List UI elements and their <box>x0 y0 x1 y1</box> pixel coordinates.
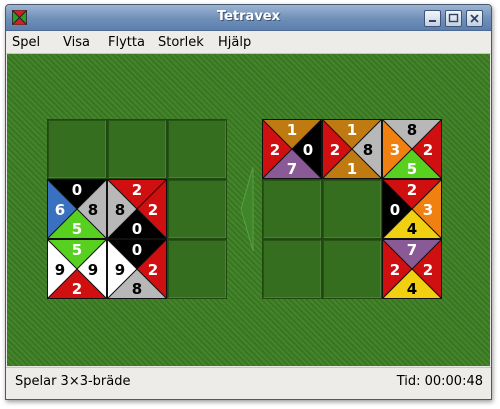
tile-number-n: 0 <box>72 181 82 199</box>
tile-number-w: 8 <box>115 201 125 219</box>
tile-number-w: 9 <box>115 261 125 279</box>
close-icon <box>470 14 479 23</box>
title-bar[interactable]: Tetravex <box>6 5 491 31</box>
tile-number-n: 2 <box>407 181 417 199</box>
tile-number-s: 5 <box>407 160 417 178</box>
tile-number-n: 1 <box>287 121 297 139</box>
menu-spel[interactable]: Spel <box>12 35 40 50</box>
game-area: 0856220859290289 10721812825323407242 <box>7 54 490 366</box>
tile-number-n: 1 <box>347 121 357 139</box>
maximize-button[interactable] <box>445 10 462 27</box>
minimize-button[interactable] <box>424 10 441 27</box>
tile-number-e: 9 <box>88 261 98 279</box>
tetravex-window: Tetravex Spel Visa Flytta Storlek Hjälp … <box>5 4 492 400</box>
maximize-icon <box>448 13 459 23</box>
empty-slot[interactable] <box>262 239 322 299</box>
menu-flytta[interactable]: Flytta <box>108 35 145 50</box>
puzzle-tile[interactable]: 2208 <box>107 179 167 239</box>
tile-number-w: 2 <box>270 141 280 159</box>
tile-number-e: 2 <box>423 141 433 159</box>
tile-number-e: 3 <box>423 201 433 219</box>
tile-number-w: 9 <box>55 261 65 279</box>
tile-number-w: 6 <box>55 201 65 219</box>
puzzle-tile[interactable]: 0856 <box>47 179 107 239</box>
tile-number-e: 2 <box>148 261 158 279</box>
puzzle-tile[interactable]: 2340 <box>382 179 442 239</box>
tile-number-s: 5 <box>72 220 82 238</box>
tile-number-s: 2 <box>72 280 82 298</box>
window-title: Tetravex <box>216 9 281 24</box>
tile-number-n: 5 <box>72 241 82 259</box>
puzzle-tile[interactable]: 1072 <box>262 119 322 179</box>
tile-number-w: 2 <box>390 261 400 279</box>
tile-number-e: 8 <box>88 201 98 219</box>
tile-number-n: 0 <box>132 241 142 259</box>
minimize-icon <box>429 20 436 22</box>
move-arrow-icon <box>240 167 254 251</box>
empty-slot[interactable] <box>167 179 227 239</box>
tile-number-s: 4 <box>407 220 417 238</box>
status-bar: Spelar 3×3-bräde Tid: 00:00:48 <box>6 367 491 399</box>
tile-number-n: 7 <box>407 241 417 259</box>
empty-slot[interactable] <box>322 239 382 299</box>
close-button[interactable] <box>466 10 483 27</box>
menu-hjalp[interactable]: Hjälp <box>218 35 251 50</box>
puzzle-tile[interactable]: 0289 <box>107 239 167 299</box>
tile-number-n: 8 <box>407 121 417 139</box>
game-timer: Tid: 00:00:48 <box>396 374 483 389</box>
empty-slot[interactable] <box>107 119 167 179</box>
tile-number-s: 4 <box>407 280 417 298</box>
tile-number-e: 2 <box>148 201 158 219</box>
tile-number-s: 8 <box>132 280 142 298</box>
puzzle-tile[interactable]: 7242 <box>382 239 442 299</box>
pieces-board[interactable]: 10721812825323407242 <box>262 119 442 299</box>
puzzle-tile[interactable]: 8253 <box>382 119 442 179</box>
empty-slot[interactable] <box>47 119 107 179</box>
empty-slot[interactable] <box>322 179 382 239</box>
puzzle-tile[interactable]: 1812 <box>322 119 382 179</box>
empty-slot[interactable] <box>167 239 227 299</box>
tile-number-s: 0 <box>132 220 142 238</box>
menu-visa[interactable]: Visa <box>63 35 90 50</box>
tile-number-s: 7 <box>287 160 297 178</box>
empty-slot[interactable] <box>262 179 322 239</box>
tile-number-e: 2 <box>423 261 433 279</box>
puzzle-tile[interactable]: 5929 <box>47 239 107 299</box>
tile-number-w: 2 <box>330 141 340 159</box>
tile-number-e: 0 <box>303 141 313 159</box>
tile-number-w: 3 <box>390 141 400 159</box>
tile-number-w: 0 <box>390 201 400 219</box>
tile-number-n: 2 <box>132 181 142 199</box>
menu-bar: Spel Visa Flytta Storlek Hjälp <box>6 31 491 54</box>
tile-number-e: 8 <box>363 141 373 159</box>
menu-storlek[interactable]: Storlek <box>158 35 204 50</box>
solution-board[interactable]: 0856220859290289 <box>47 119 227 299</box>
status-message: Spelar 3×3-bräde <box>15 374 131 389</box>
empty-slot[interactable] <box>167 119 227 179</box>
tile-number-s: 1 <box>347 160 357 178</box>
